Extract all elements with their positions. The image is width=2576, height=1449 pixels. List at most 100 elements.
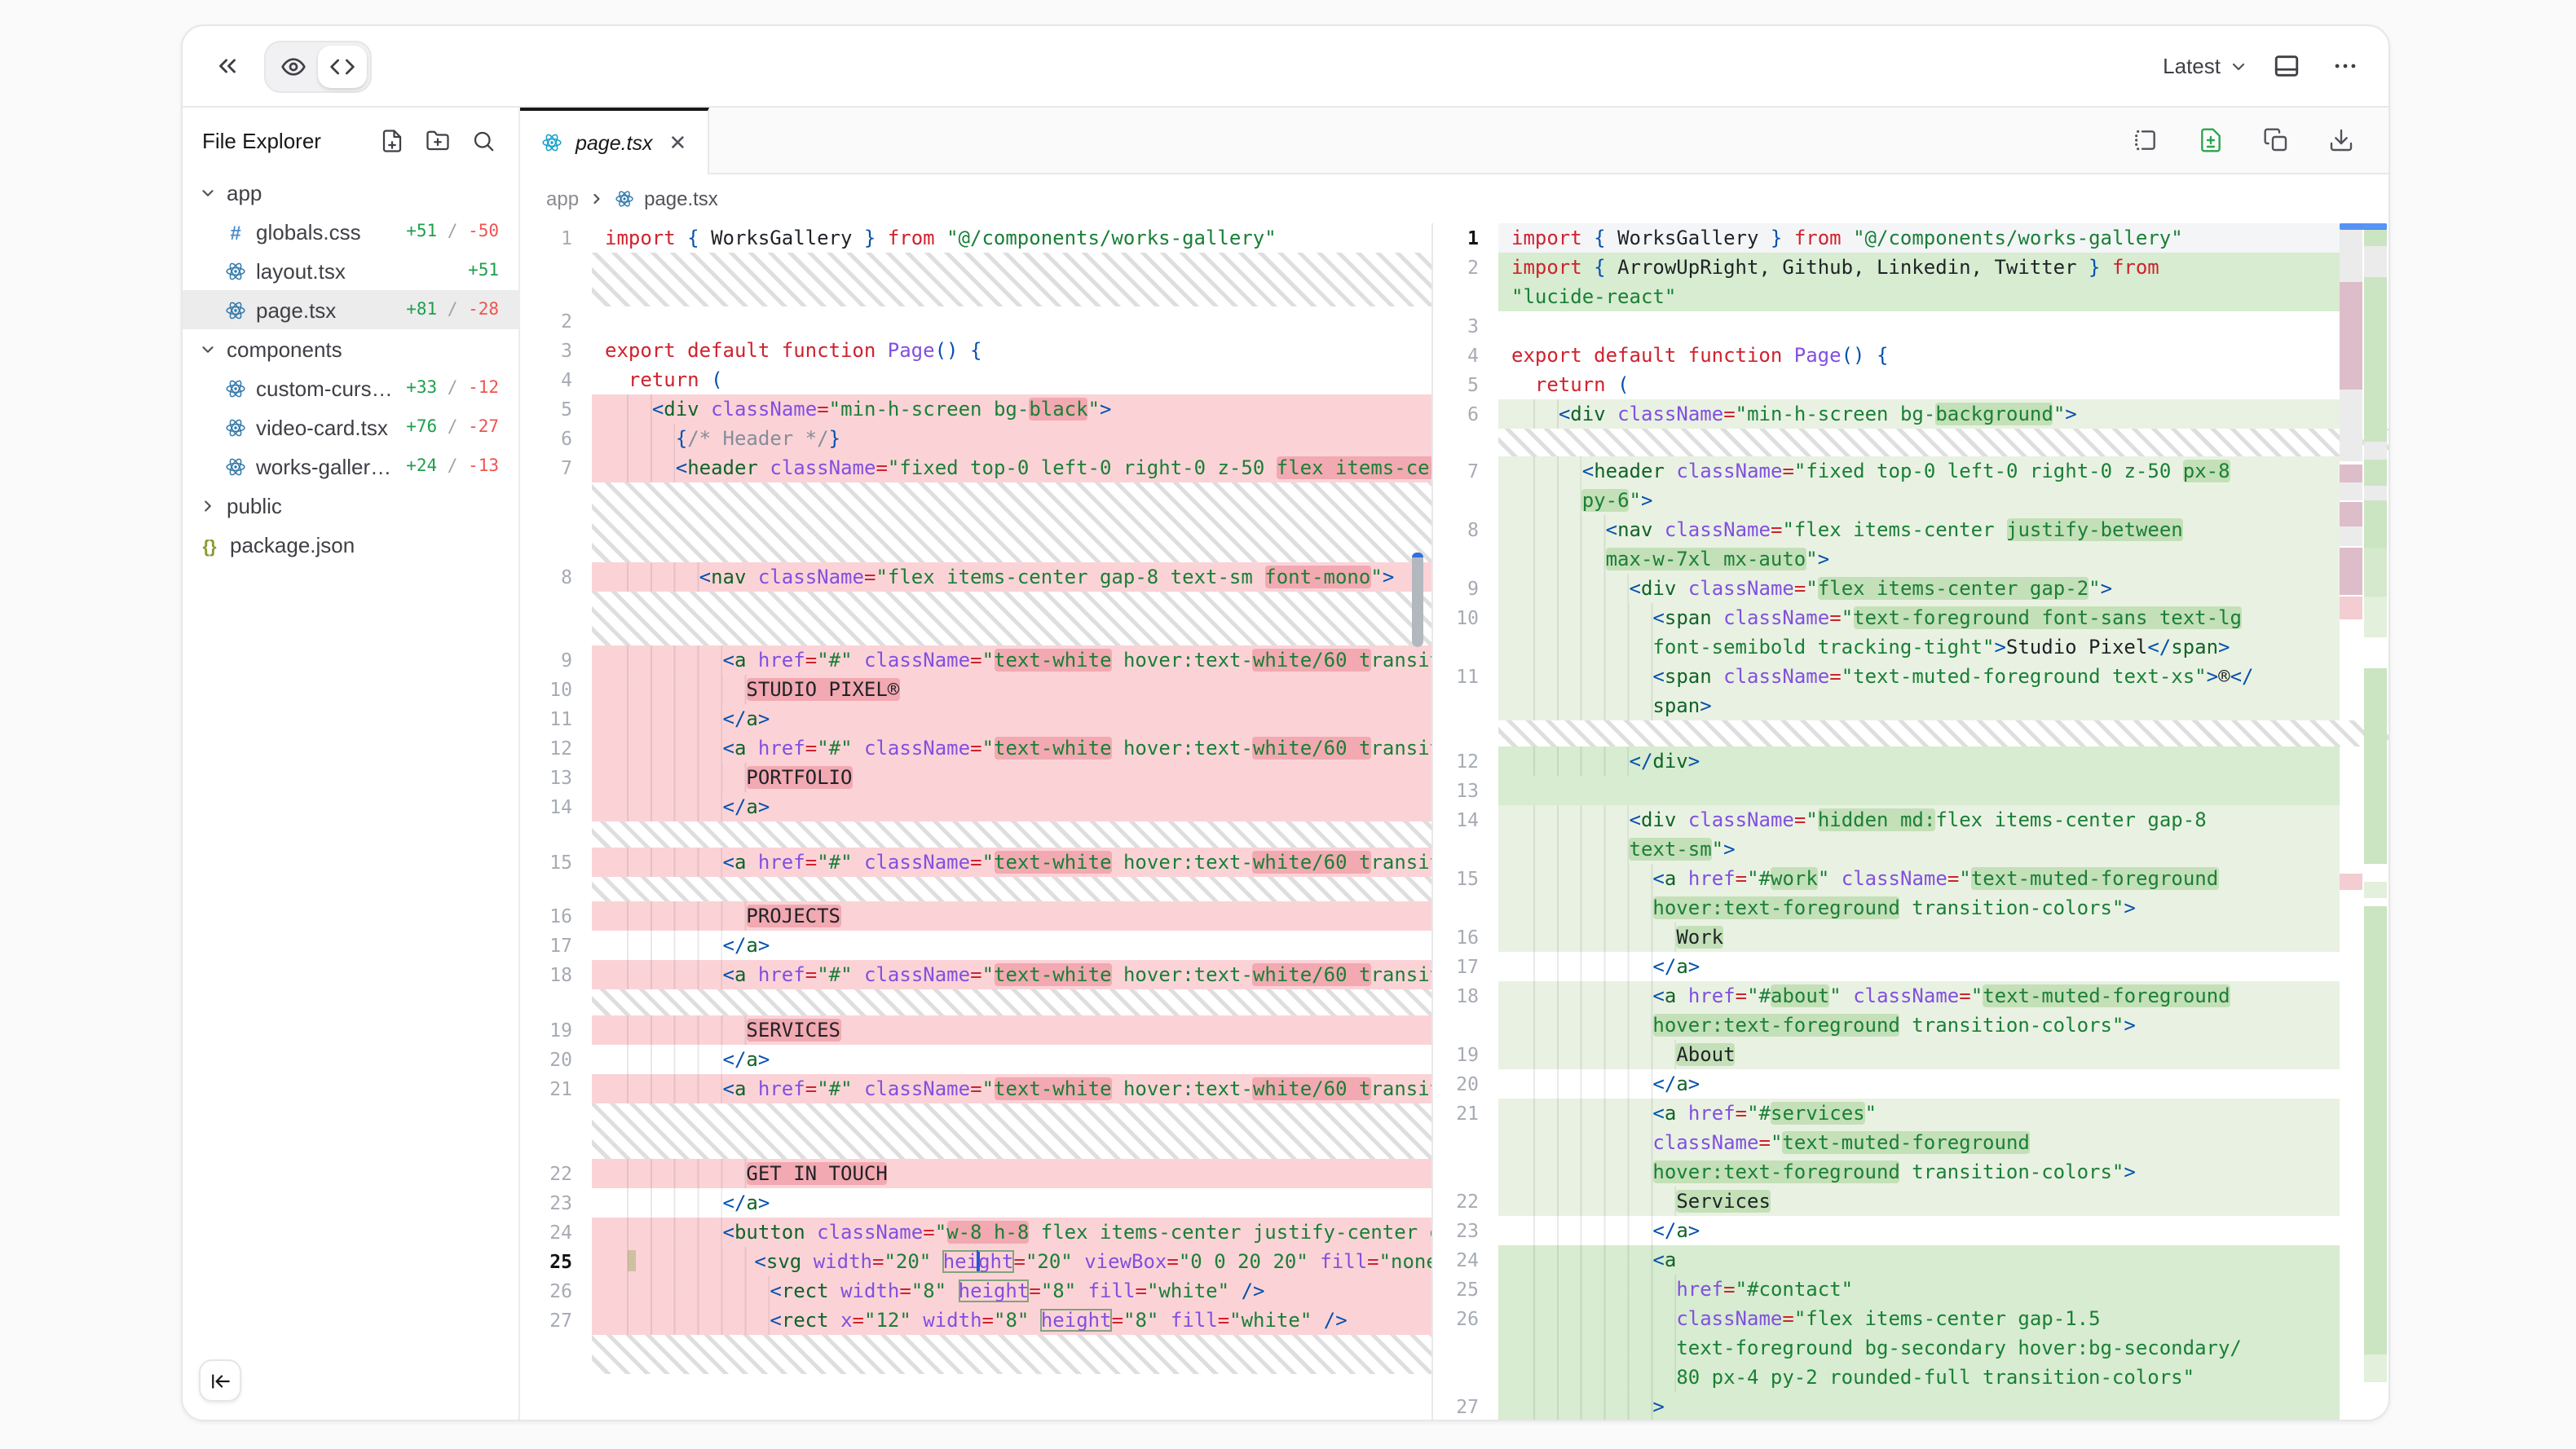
tree-item-video-card-tsx[interactable]: video-card.tsx+76 / -27 xyxy=(183,407,518,447)
tree-item-globals-css[interactable]: #globals.css+51 / -50 xyxy=(183,212,518,251)
code-line-old-6[interactable]: 6 {/* Header */} xyxy=(520,424,1431,453)
collapse-panel-button[interactable] xyxy=(205,45,248,87)
tree-item-package-json[interactable]: {}package.json xyxy=(183,525,518,564)
code-line-old-8[interactable]: 8 <nav className="flex items-center gap-… xyxy=(520,562,1431,592)
tree-item-components[interactable]: components xyxy=(183,329,518,368)
code-line-new-27[interactable]: 27 > xyxy=(1433,1392,2389,1421)
code-line-old-10[interactable]: 10 STUDIO PIXEL® xyxy=(520,675,1431,704)
code-line-old-19[interactable]: 19 SERVICES xyxy=(520,1015,1431,1045)
code-line-new-19[interactable]: 19 About xyxy=(1433,1040,2389,1069)
code-line-new-11[interactable]: 11 <span className="text-muted-foregroun… xyxy=(1433,662,2389,720)
code-line-old-22[interactable]: 22 GET IN TOUCH xyxy=(520,1159,1431,1188)
code-line-new-18[interactable]: 18 <a href="#about" className="text-mute… xyxy=(1433,981,2389,1040)
more-options-button[interactable] xyxy=(2323,45,2366,87)
code-line-old-9[interactable]: 9 <a href="#" className="text-white hove… xyxy=(520,645,1431,675)
search-files-button[interactable] xyxy=(466,124,499,156)
collapse-sidebar-button[interactable] xyxy=(199,1359,241,1402)
code-line-old-1[interactable]: 1import { WorksGallery } from "@/compone… xyxy=(520,223,1431,253)
collapsed-region[interactable] xyxy=(520,1335,1431,1374)
code-line-old-18[interactable]: 18 <a href="#" className="text-white hov… xyxy=(520,960,1431,989)
inline-diff-toggle-button[interactable] xyxy=(2124,119,2167,161)
code-line-new-21[interactable]: 21 <a href="#services" className="text-m… xyxy=(1433,1099,2389,1187)
collapsed-region[interactable] xyxy=(520,592,1431,645)
collapsed-region[interactable] xyxy=(1433,720,2389,747)
code-line-new-17[interactable]: 17 </a> xyxy=(1433,952,2389,981)
code-line-old-21[interactable]: 21 <a href="#" className="text-white hov… xyxy=(520,1074,1431,1103)
code-line-new-8[interactable]: 8 <nav className="flex items-center just… xyxy=(1433,515,2389,574)
tree-item-works-galler-[interactable]: works-galler…+24 / -13 xyxy=(183,447,518,486)
tab-page-tsx[interactable]: page.tsx ✕ xyxy=(520,108,709,174)
preview-toggle-button[interactable] xyxy=(269,45,318,87)
code-line-new-14[interactable]: 14 <div className="hidden md:flex items-… xyxy=(1433,805,2389,864)
tree-item-layout-tsx[interactable]: layout.tsx+51 xyxy=(183,251,518,290)
code-line-old-11[interactable]: 11 </a> xyxy=(520,704,1431,733)
tree-item-public[interactable]: public xyxy=(183,486,518,525)
code-line-new-10[interactable]: 10 <span className="text-foreground font… xyxy=(1433,603,2389,662)
code-line-old-15[interactable]: 15 <a href="#" className="text-white hov… xyxy=(520,848,1431,877)
minimap-diff-block xyxy=(2340,223,2362,282)
left-pane-scrollbar-thumb[interactable] xyxy=(1412,553,1423,647)
code-line-new-16[interactable]: 16 Work xyxy=(1433,923,2389,952)
code-line-new-9[interactable]: 9 <div className="flex items-center gap-… xyxy=(1433,574,2389,603)
code-line-new-23[interactable]: 23 </a> xyxy=(1433,1216,2389,1245)
download-button[interactable] xyxy=(2320,119,2362,161)
collapsed-region[interactable] xyxy=(520,877,1431,901)
code-line-old-3[interactable]: 3export default function Page() { xyxy=(520,336,1431,365)
collapsed-region[interactable] xyxy=(520,821,1431,848)
code-line-old-17[interactable]: 17 </a> xyxy=(520,931,1431,960)
line-number: 9 xyxy=(520,645,592,675)
code-line-new-13[interactable]: 13 xyxy=(1433,776,2389,805)
code-line-new-5[interactable]: 5 return ( xyxy=(1433,370,2389,399)
panel-bottom-button[interactable] xyxy=(2265,45,2307,87)
code-line-new-15[interactable]: 15 <a href="#work" className="text-muted… xyxy=(1433,864,2389,923)
new-file-button[interactable] xyxy=(375,124,408,156)
code-line-old-16[interactable]: 16 PROJECTS xyxy=(520,901,1431,931)
tree-item-label: globals.css xyxy=(256,219,396,244)
collapsed-region[interactable] xyxy=(520,253,1431,306)
code-line-new-2[interactable]: 2import { ArrowUpRight, Github, Linkedin… xyxy=(1433,253,2389,311)
new-folder-button[interactable] xyxy=(421,124,453,156)
code-line-old-25[interactable]: 25 <svg width="20" height="20" viewBox="… xyxy=(520,1247,1431,1276)
code-line-old-26[interactable]: 26 <rect width="8" height="8" fill="whit… xyxy=(520,1276,1431,1306)
code-line-old-7[interactable]: 7 <header className="fixed top-0 left-0 … xyxy=(520,453,1431,482)
code-line-old-23[interactable]: 23 </a> xyxy=(520,1188,1431,1218)
code-line-old-20[interactable]: 20 </a> xyxy=(520,1045,1431,1074)
version-selector[interactable]: Latest xyxy=(2163,54,2248,78)
collapsed-region[interactable] xyxy=(1433,429,2389,456)
code-line-old-27[interactable]: 27 <rect x="12" width="8" height="8" fil… xyxy=(520,1306,1431,1335)
line-number: 16 xyxy=(1433,923,1498,952)
code-line-new-20[interactable]: 20 </a> xyxy=(1433,1069,2389,1099)
collapsed-region[interactable] xyxy=(520,1103,1431,1159)
code-line-new-26[interactable]: 26 className="flex items-center gap-1.5 … xyxy=(1433,1304,2389,1392)
breadcrumb-file: page.tsx xyxy=(644,187,718,210)
code-line-new-1[interactable]: 1import { WorksGallery } from "@/compone… xyxy=(1433,223,2389,253)
breadcrumb-root[interactable]: app xyxy=(546,187,579,210)
code-line-new-3[interactable]: 3 xyxy=(1433,311,2389,341)
copy-code-button[interactable] xyxy=(2255,119,2297,161)
show-diff-button[interactable] xyxy=(2190,119,2232,161)
code-line-new-6[interactable]: 6 <div className="min-h-screen bg-backgr… xyxy=(1433,399,2389,429)
minimap-viewport-indicator[interactable] xyxy=(2340,223,2387,230)
code-line-old-4[interactable]: 4 return ( xyxy=(520,365,1431,394)
code-line-new-12[interactable]: 12 </div> xyxy=(1433,747,2389,776)
code-line-old-13[interactable]: 13 PORTFOLIO xyxy=(520,763,1431,792)
code-line-old-24[interactable]: 24 <button className="w-8 h-8 flex items… xyxy=(520,1218,1431,1247)
code-line-new-25[interactable]: 25 href="#contact" xyxy=(1433,1275,2389,1304)
code-line-old-2[interactable]: 2 xyxy=(520,306,1431,336)
collapsed-region[interactable] xyxy=(520,482,1431,562)
code-line-new-24[interactable]: 24 <a xyxy=(1433,1245,2389,1275)
tree-item-app[interactable]: app xyxy=(183,173,518,212)
code-line-old-14[interactable]: 14 </a> xyxy=(520,792,1431,821)
code-line-new-7[interactable]: 7 <header className="fixed top-0 left-0 … xyxy=(1433,456,2389,515)
split-view-icon xyxy=(2133,127,2159,153)
code-line-new-4[interactable]: 4export default function Page() { xyxy=(1433,341,2389,370)
code-line-old-12[interactable]: 12 <a href="#" className="text-white hov… xyxy=(520,733,1431,763)
code-line-new-22[interactable]: 22 Services xyxy=(1433,1187,2389,1216)
close-tab-icon[interactable]: ✕ xyxy=(669,130,687,156)
tree-item-custom-curs-[interactable]: custom-curs…+33 / -12 xyxy=(183,368,518,407)
code-toggle-button[interactable] xyxy=(318,45,367,87)
minimap[interactable] xyxy=(2340,223,2389,1421)
code-line-old-5[interactable]: 5 <div className="min-h-screen bg-black"… xyxy=(520,394,1431,424)
tree-item-page-tsx[interactable]: page.tsx+81 / -28 xyxy=(183,290,518,329)
collapsed-region[interactable] xyxy=(520,989,1431,1015)
